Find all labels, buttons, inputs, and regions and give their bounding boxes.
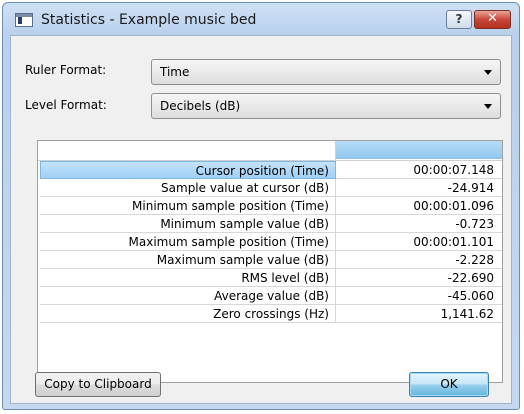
table-row[interactable]: Maximum sample position (Time) 00:00:01.1…: [38, 233, 502, 251]
stat-value: -22.690: [336, 269, 502, 287]
table-row[interactable]: Minimum sample position (Time) 00:00:01.0…: [38, 197, 502, 215]
ok-button[interactable]: OK: [409, 372, 489, 397]
stat-label: Maximum sample value (dB): [40, 251, 336, 269]
stat-value: -0.723: [336, 215, 502, 233]
ruler-format-select[interactable]: Time: [151, 59, 501, 85]
stat-label: Minimum sample position (Time): [40, 197, 336, 215]
table-row[interactable]: Average value (dB) -45.060: [38, 287, 502, 305]
stat-label: Cursor position (Time): [40, 161, 336, 179]
stat-value: -45.060: [336, 287, 502, 305]
copy-to-clipboard-button[interactable]: Copy to Clipboard: [35, 372, 161, 397]
stat-value: 00:00:01.096: [336, 197, 502, 215]
value-column-header[interactable]: [336, 141, 502, 159]
stat-label: Minimum sample value (dB): [40, 215, 336, 233]
stat-value: 00:00:07.148: [336, 161, 502, 179]
stat-value: -2.228: [336, 251, 502, 269]
ruler-format-label: Ruler Format:: [25, 63, 107, 77]
table-row[interactable]: RMS level (dB) -22.690: [38, 269, 502, 287]
dialog-body: Ruler Format: Time Level Format: Decibel…: [10, 35, 512, 404]
statistics-grid[interactable]: Cursor position (Time) 00:00:07.148 Sample…: [37, 140, 503, 383]
level-format-label: Level Format:: [25, 98, 107, 112]
window-title: Statistics - Example music bed: [41, 12, 257, 28]
close-icon: ✕: [487, 11, 498, 26]
stat-value: 1,141.62: [336, 305, 502, 323]
grid-header: [38, 141, 502, 161]
table-row[interactable]: Maximum sample value (dB) -2.228: [38, 251, 502, 269]
chevron-down-icon: [484, 70, 492, 75]
stat-label: Maximum sample position (Time): [40, 233, 336, 251]
table-row[interactable]: Cursor position (Time) 00:00:07.148: [38, 161, 502, 179]
title-bar[interactable]: Statistics - Example music bed ? ✕: [3, 3, 519, 37]
table-row[interactable]: Sample value at cursor (dB) -24.914: [38, 179, 502, 197]
table-row[interactable]: Zero crossings (Hz) 1,141.62: [38, 305, 502, 323]
statistics-dialog: Statistics - Example music bed ? ✕ Ruler…: [2, 2, 520, 410]
level-format-value: Decibels (dB): [160, 99, 241, 113]
stat-label: Zero crossings (Hz): [40, 305, 336, 323]
help-button[interactable]: ?: [446, 10, 472, 29]
level-format-select[interactable]: Decibels (dB): [151, 93, 501, 119]
table-row[interactable]: Minimum sample value (dB) -0.723: [38, 215, 502, 233]
ruler-format-value: Time: [160, 65, 190, 79]
stat-value: 00:00:01.101: [336, 233, 502, 251]
stat-label: Average value (dB): [40, 287, 336, 305]
window-icon: [15, 13, 33, 27]
stat-label: Sample value at cursor (dB): [40, 179, 336, 197]
chevron-down-icon: [484, 104, 492, 109]
stat-label: RMS level (dB): [40, 269, 336, 287]
stat-value: -24.914: [336, 179, 502, 197]
close-button[interactable]: ✕: [474, 10, 511, 29]
